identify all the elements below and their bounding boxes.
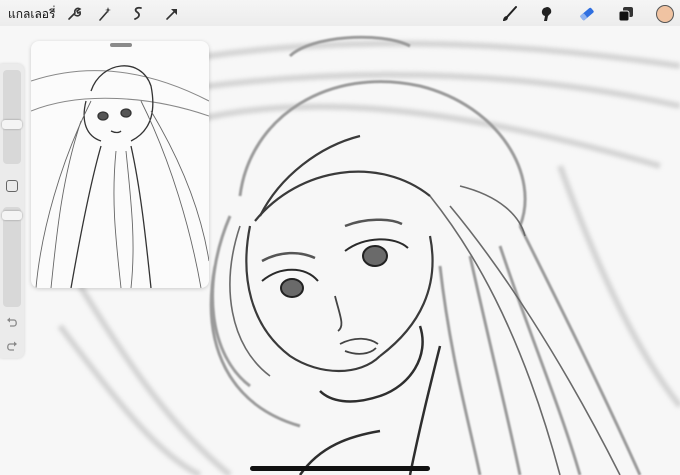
redo-icon[interactable] xyxy=(5,338,19,352)
smudge-icon[interactable] xyxy=(536,4,556,24)
reference-window[interactable] xyxy=(31,41,209,288)
eraser-icon[interactable] xyxy=(577,4,597,24)
reference-window-handle[interactable] xyxy=(110,43,132,47)
reference-image xyxy=(31,65,209,288)
opacity-knob[interactable] xyxy=(2,211,22,220)
left-sidebar xyxy=(0,64,24,358)
magic-wand-icon[interactable] xyxy=(95,4,115,24)
brush-size-knob[interactable] xyxy=(2,120,22,129)
brush-icon[interactable] xyxy=(500,4,520,24)
transform-arrow-icon[interactable] xyxy=(162,4,182,24)
gallery-button[interactable]: แกลเลอรี่ xyxy=(8,5,55,24)
wrench-icon[interactable] xyxy=(64,4,84,24)
color-swatch[interactable] xyxy=(655,4,675,24)
home-indicator[interactable] xyxy=(250,466,430,471)
undo-icon[interactable] xyxy=(5,314,19,328)
top-toolbar: แกลเลอรี่ xyxy=(0,0,680,26)
modify-button[interactable] xyxy=(6,180,18,192)
selection-icon[interactable] xyxy=(128,4,148,24)
layers-icon[interactable] xyxy=(616,4,636,24)
opacity-slider[interactable] xyxy=(2,207,22,307)
brush-size-slider[interactable] xyxy=(2,70,22,164)
